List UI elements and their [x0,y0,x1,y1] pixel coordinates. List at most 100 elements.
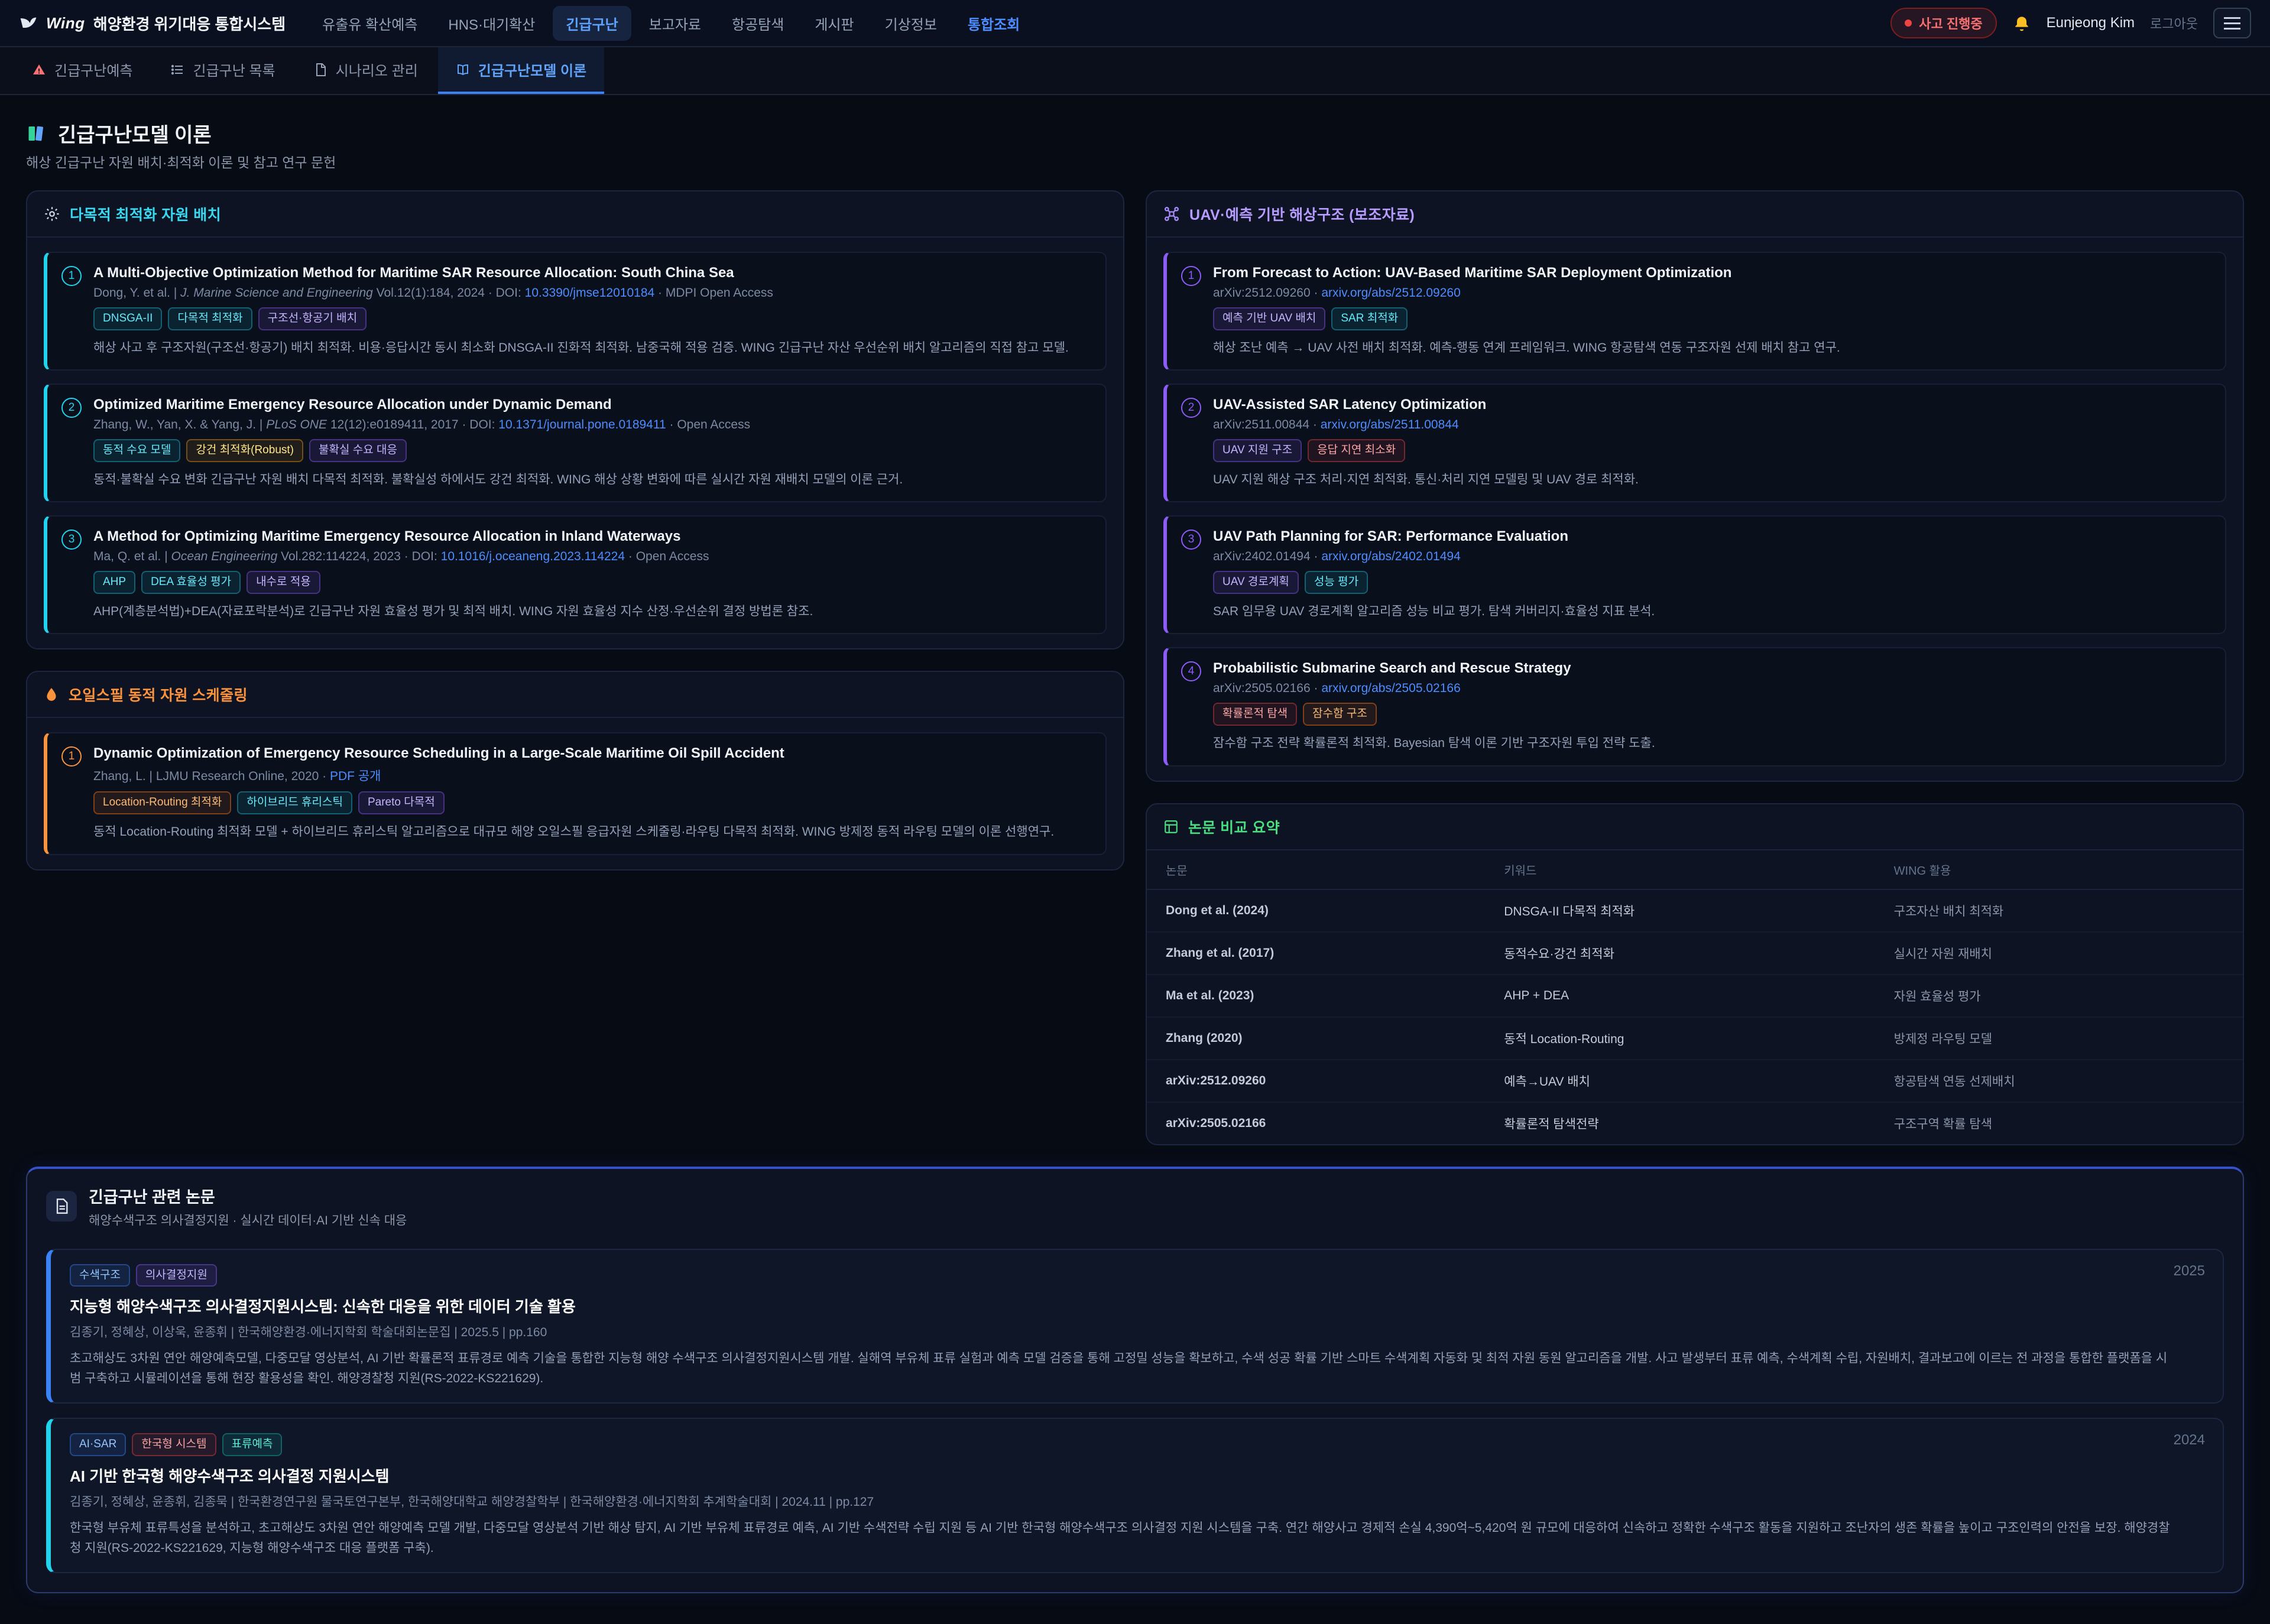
logo-text: Wing [46,14,85,33]
panel-title: UAV·예측 기반 해상구조 (보조자료) [1189,203,1415,225]
panel-subtitle: 해양수색구조 의사결정지원 · 실시간 데이터·AI 기반 신속 대응 [89,1211,407,1229]
paper-info: 12(12):e0189411, 2017 · DOI: [330,418,495,431]
paper-meta: arXiv:2402.01494 · arxiv.org/abs/2402.01… [1213,550,1655,564]
paper-card: 1 Dynamic Optimization of Emergency Reso… [44,732,1107,855]
paper-pdf-link[interactable]: PDF 공개 [330,769,381,783]
gear-icon [44,206,60,222]
tab-scenario-management[interactable]: 시나리오 관리 [296,47,436,94]
panel-body: 1 A Multi-Objective Optimization Method … [27,238,1123,648]
nav-item-oil-spill-prediction[interactable]: 유출유 확산예측 [309,6,430,41]
paper-title: AI 기반 한국형 해양수색구조 의사결정 지원시스템 [70,1464,2204,1486]
notification-bell-icon[interactable] [2012,14,2031,33]
wing-usage-cell: 항공탐색 연동 선제배치 [1875,1060,2243,1102]
paper-card: 4 Probabilistic Submarine Search and Res… [1163,647,2226,766]
droplet-icon [44,687,59,702]
paper-ref-link[interactable]: Ma et al. (2023) [1147,975,1485,1017]
paper-description: AHP(계층분석법)+DEA(자료포락분석)로 긴급구난 자원 효율성 평가 및… [93,602,813,622]
column-header-keyword: 키워드 [1485,850,1875,889]
paper-title: From Forecast to Action: UAV-Based Marit… [1213,265,1840,281]
paper-arxiv-id: arXiv:2505.02166 · [1213,681,1318,695]
paper-tag: SAR 최적화 [1331,307,1408,330]
paper-journal: Ocean Engineering [171,550,278,563]
panel-header: 긴급구난 관련 논문 해양수색구조 의사결정지원 · 실시간 데이터·AI 기반… [27,1169,2243,1239]
table-row: arXiv:2512.09260 예측→UAV 배치 항공탐색 연동 선제배치 [1147,1060,2243,1102]
paper-ref-link[interactable]: arXiv:2505.02166 [1147,1102,1485,1144]
paper-description: SAR 임무용 UAV 경로계획 알고리즘 성능 비교 평가. 탐색 커버리지·… [1213,602,1655,622]
paper-tag: 성능 평가 [1305,571,1368,594]
paper-tag: 수색구조 [70,1264,130,1287]
paper-arxiv-link[interactable]: arxiv.org/abs/2402.01494 [1321,550,1460,563]
paper-description: 해상 사고 후 구조자원(구조선·항공기) 배치 최적화. 비용·응답시간 동시… [93,339,1069,358]
paper-title: Dynamic Optimization of Emergency Resour… [93,745,1054,762]
paper-tag: 구조선·항공기 배치 [258,307,367,330]
paper-arxiv-link[interactable]: arxiv.org/abs/2511.00844 [1321,418,1459,431]
paper-year: 2025 [2174,1263,2205,1279]
paper-tag: 하이브리드 휴리스틱 [237,791,352,814]
paper-meta: arXiv:2512.09260 · arxiv.org/abs/2512.09… [1213,286,1840,300]
paper-title: 지능형 해양수색구조 의사결정지원시스템: 신속한 대응을 위한 데이터 기술 … [70,1295,2204,1317]
nav-item-aerial-search[interactable]: 항공탐색 [719,6,797,41]
paper-doi-link[interactable]: 10.1016/j.oceaneng.2023.114224 [441,550,625,563]
paper-tags: 확률론적 탐색 잠수함 구조 [1213,703,1655,726]
tab-label: 긴급구난예측 [54,59,132,80]
nav-item-hns-air-diffusion[interactable]: HNS·대기확산 [435,6,548,41]
paper-ref-link[interactable]: Dong et al. (2024) [1147,889,1485,932]
nav-item-weather-info[interactable]: 기상정보 [872,6,950,41]
list-icon [170,63,184,77]
table-row: Zhang et al. (2017) 동적수요·강건 최적화 실시간 자원 재… [1147,932,2243,975]
paper-tag: AI·SAR [70,1433,126,1456]
paper-arxiv-id: arXiv:2511.00844 · [1213,418,1317,431]
paper-title: UAV Path Planning for SAR: Performance E… [1213,528,1655,545]
document-chip-icon [46,1191,77,1222]
paper-description: 해상 조난 예측 → UAV 사전 배치 최적화. 예측-행동 연계 프레임워크… [1213,339,1840,358]
navbar-right: 사고 진행중 Eunjeong Kim 로그아웃 [1890,8,2251,38]
paper-tags: 예측 기반 UAV 배치 SAR 최적화 [1213,307,1840,330]
keyword-cell: 확률론적 탐색전략 [1485,1102,1875,1144]
paper-ref-link[interactable]: arXiv:2512.09260 [1147,1060,1485,1102]
paper-authors: Dong, Y. et al. | [93,286,177,300]
paper-number-badge: 4 [1181,661,1201,681]
paper-meta-suffix: · Open Access [628,550,709,563]
paper-doi-link[interactable]: 10.1371/journal.pone.0189411 [498,418,666,431]
paper-number-badge: 1 [61,266,82,286]
hamburger-menu-icon[interactable] [2213,8,2251,38]
nav-item-board[interactable]: 게시판 [802,6,867,41]
main-nav: 유출유 확산예측 HNS·대기확산 긴급구난 보고자료 항공탐색 게시판 기상정… [309,6,1033,41]
nav-item-integrated-search[interactable]: 통합조회 [955,6,1033,41]
wing-logo-icon [19,14,38,33]
tab-rescue-list[interactable]: 긴급구난 목록 [153,47,293,94]
paper-arxiv-link[interactable]: arxiv.org/abs/2505.02166 [1321,681,1460,695]
paper-meta: Dong, Y. et al. | J. Marine Science and … [93,286,1069,300]
page-title: 긴급구난모델 이론 [58,119,212,148]
paper-title: Optimized Maritime Emergency Resource Al… [93,397,903,413]
paper-tag: Location-Routing 최적화 [93,791,231,814]
paper-tag: 동적 수요 모델 [93,439,180,462]
paper-ref-link[interactable]: Zhang (2020) [1147,1017,1485,1060]
tab-rescue-model-theory[interactable]: 긴급구난모델 이론 [438,47,604,94]
incident-status-badge[interactable]: 사고 진행중 [1890,8,1996,38]
paper-ref-link[interactable]: Zhang et al. (2017) [1147,932,1485,975]
paper-tags: UAV 지원 구조 응답 지연 최소화 [1213,439,1639,462]
comparison-table: 논문 키워드 WING 활용 Dong et al. (2024) DNSGA-… [1147,850,2243,1144]
paper-title: UAV-Assisted SAR Latency Optimization [1213,397,1639,413]
paper-arxiv-link[interactable]: arxiv.org/abs/2512.09260 [1321,286,1460,300]
keyword-cell: DNSGA-II 다목적 최적화 [1485,889,1875,932]
paper-tags: AHP DEA 효율성 평가 내수로 적용 [93,571,813,594]
nav-item-emergency-rescue[interactable]: 긴급구난 [553,6,631,41]
nav-item-reports[interactable]: 보고자료 [636,6,714,41]
paper-number-badge: 3 [1181,530,1201,550]
tab-rescue-prediction[interactable]: 긴급구난예측 [14,47,150,94]
logout-button[interactable]: 로그아웃 [2150,14,2198,33]
panel-body: 1 Dynamic Optimization of Emergency Reso… [27,718,1123,869]
column-header-paper: 논문 [1147,850,1485,889]
panel-title: 오일스필 동적 자원 스케줄링 [69,684,248,705]
paper-meta-suffix: · Open Access [670,418,751,431]
paper-authors: 김종기, 정혜상, 윤종휘, 김종묵 | 한국환경연구원 물국토연구본부, 한국… [70,1492,2204,1510]
paper-tags: DNSGA-II 다목적 최적화 구조선·항공기 배치 [93,307,1069,330]
page-header: 긴급구난모델 이론 [26,119,2244,148]
table-header-row: 논문 키워드 WING 활용 [1147,850,2243,889]
main-content: 긴급구난모델 이론 해상 긴급구난 자원 배치·최적화 이론 및 참고 연구 문… [0,95,2270,1624]
paper-number-badge: 1 [1181,266,1201,286]
paper-doi-link[interactable]: 10.3390/jmse12010184 [525,286,655,300]
page-subtitle: 해상 긴급구난 자원 배치·최적화 이론 및 참고 연구 문헌 [26,151,2244,171]
